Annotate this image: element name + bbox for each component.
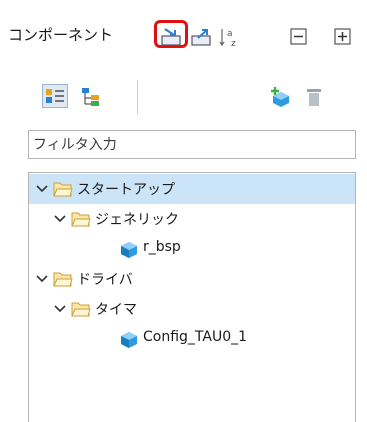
tree-node-startup[interactable]: スタートアップ	[29, 174, 355, 204]
toolbar-separator	[137, 80, 138, 114]
tree-node-r-bsp[interactable]: r_bsp	[29, 234, 355, 264]
chevron-down-icon[interactable]	[35, 272, 49, 286]
chevron-down-icon[interactable]	[53, 302, 67, 316]
sort-alphabetical-icon[interactable]: a z	[218, 26, 240, 48]
export-component-icon[interactable]	[190, 26, 212, 48]
secondary-toolbar	[0, 78, 367, 118]
collapse-all-icon[interactable]	[288, 26, 310, 48]
view-title: コンポーネント	[8, 26, 114, 44]
tree-node-driver[interactable]: ドライバ	[29, 264, 355, 294]
component-icon	[119, 240, 139, 258]
svg-text:a: a	[227, 29, 233, 39]
tree-node-timer[interactable]: タイマ	[29, 294, 355, 324]
folder-icon	[53, 270, 73, 288]
tree-node-label: Config_TAU0_1	[143, 329, 248, 345]
remove-component-icon[interactable]	[304, 88, 324, 108]
filter-input[interactable]	[28, 130, 356, 159]
folder-icon	[53, 180, 73, 198]
import-component-icon[interactable]	[160, 26, 182, 48]
tree-node-label: タイマ	[95, 302, 137, 318]
tree-node-config-tau0-1[interactable]: Config_TAU0_1	[29, 324, 355, 354]
expand-all-icon[interactable]	[332, 26, 354, 48]
tree-node-label: ドライバ	[77, 272, 133, 288]
folder-icon	[71, 210, 91, 228]
category-view-icon[interactable]	[42, 84, 68, 108]
component-icon	[119, 330, 139, 348]
folder-icon	[71, 300, 91, 318]
tree-node-label: r_bsp	[143, 239, 181, 255]
tree-node-label: ジェネリック	[95, 212, 179, 228]
svg-text:z: z	[231, 39, 236, 48]
chevron-down-icon[interactable]	[35, 182, 49, 196]
hierarchy-view-icon[interactable]	[80, 86, 102, 108]
view-header: コンポーネント a z	[0, 0, 367, 52]
tree-node-generic[interactable]: ジェネリック	[29, 204, 355, 234]
chevron-down-icon[interactable]	[53, 212, 67, 226]
component-tree: スタートアップ ジェネリック r_bsp ドライバ タイマ Config_TAU…	[28, 172, 356, 422]
tree-node-label: スタートアップ	[77, 182, 175, 198]
add-component-icon[interactable]	[270, 86, 292, 108]
